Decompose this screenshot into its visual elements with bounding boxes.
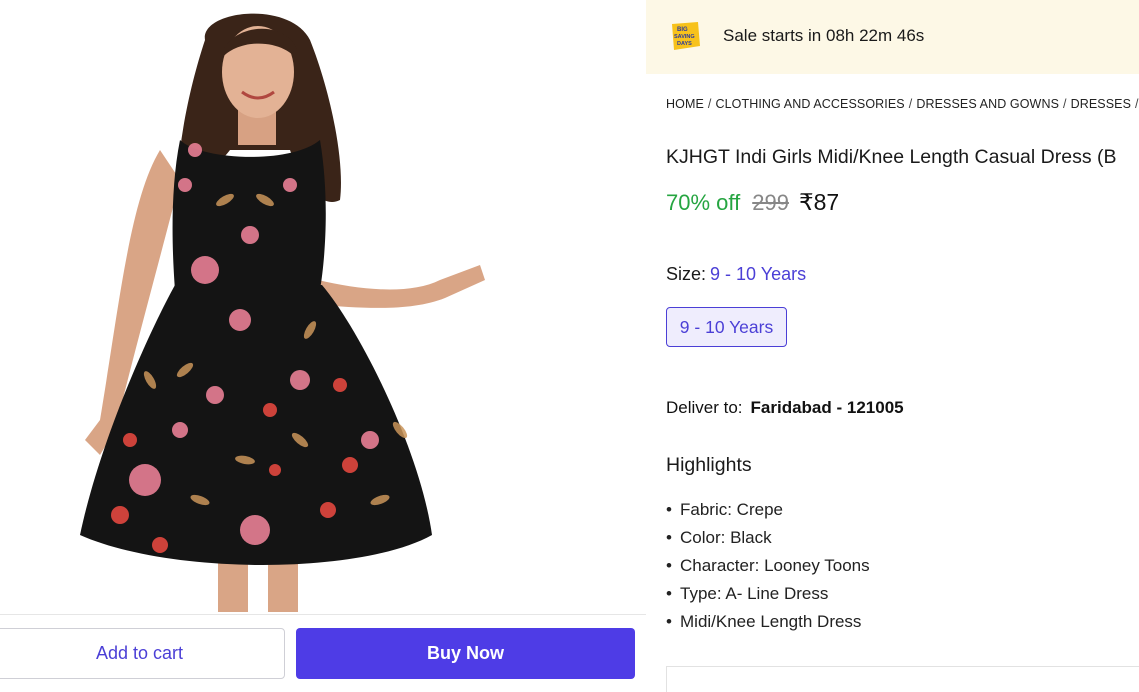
- buy-now-button[interactable]: Buy Now: [296, 628, 635, 679]
- discount-badge: 70% off: [666, 190, 741, 215]
- list-item: • Character: Looney Toons: [666, 554, 870, 582]
- highlight-text: Midi/Knee Length Dress: [680, 612, 862, 631]
- breadcrumb-dresses-gowns[interactable]: DRESSES AND GOWNS: [916, 97, 1059, 111]
- original-price: 299: [752, 190, 789, 215]
- highlight-text: Fabric: Crepe: [680, 500, 783, 519]
- bullet-icon: •: [666, 528, 672, 547]
- breadcrumb-separator: /: [908, 97, 913, 111]
- svg-text:DAYS: DAYS: [677, 41, 692, 47]
- highlight-text: Character: Looney Toons: [680, 556, 870, 575]
- selected-size: 9 - 10 Years: [710, 264, 807, 284]
- highlight-text: Type: A- Line Dress: [680, 584, 829, 603]
- next-section-card: [666, 666, 1139, 692]
- breadcrumb-clothing[interactable]: CLOTHING AND ACCESSORIES: [715, 97, 904, 111]
- breadcrumb-separator: /: [1135, 97, 1139, 111]
- list-item: • Fabric: Crepe: [666, 498, 870, 526]
- bullet-icon: •: [666, 584, 672, 603]
- highlights-heading: Highlights: [666, 454, 752, 476]
- purchase-action-bar: Add to cart Buy Now: [0, 614, 646, 692]
- bullet-icon: •: [666, 556, 672, 575]
- breadcrumb: HOME / CLOTHING AND ACCESSORIES / DRESSES AN…: [666, 97, 1139, 111]
- svg-text:BIG: BIG: [677, 27, 688, 33]
- product-image[interactable]: [0, 0, 646, 612]
- list-item: • Color: Black: [666, 526, 870, 554]
- big-saving-days-logo: BIG SAVING DAYS: [672, 22, 700, 50]
- breadcrumb-home[interactable]: HOME: [666, 97, 704, 111]
- product-details: BIG SAVING DAYS Sale starts in 08h 22m 4…: [646, 0, 1139, 692]
- breadcrumb-dresses[interactable]: DRESSES: [1071, 97, 1131, 111]
- sale-banner[interactable]: BIG SAVING DAYS Sale starts in 08h 22m 4…: [646, 0, 1139, 74]
- breadcrumb-separator: /: [707, 97, 712, 111]
- sale-countdown: Sale starts in 08h 22m 46s: [723, 26, 925, 45]
- list-item: • Type: A- Line Dress: [666, 582, 870, 610]
- delivery-pincode: Faridabad - 121005: [750, 398, 904, 417]
- highlight-text: Color: Black: [680, 528, 772, 547]
- size-label: Size: 9 - 10 Years: [666, 264, 806, 285]
- bullet-icon: •: [666, 612, 672, 631]
- dress-model-illustration: [80, 13, 485, 612]
- bullet-icon: •: [666, 500, 672, 519]
- deliver-to-label: Deliver to:: [666, 398, 743, 417]
- add-to-cart-button[interactable]: Add to cart: [0, 628, 285, 679]
- breadcrumb-separator: /: [1063, 97, 1067, 111]
- list-item: • Midi/Knee Length Dress: [666, 610, 870, 638]
- price-row: 70% off 299 ₹87: [666, 189, 839, 216]
- product-gallery: Add to cart Buy Now: [0, 0, 646, 692]
- svg-text:SAVING: SAVING: [674, 34, 695, 40]
- size-option-9-10-years[interactable]: 9 - 10 Years: [666, 307, 787, 347]
- selling-price: ₹87: [798, 189, 840, 215]
- size-label-text: Size:: [666, 264, 707, 284]
- delivery-location[interactable]: Deliver to: Faridabad - 121005: [666, 398, 904, 418]
- product-title: KJHGT Indi Girls Midi/Knee Length Casual…: [666, 146, 1117, 168]
- highlights-list: • Fabric: Crepe • Color: Black • Character:…: [666, 498, 870, 638]
